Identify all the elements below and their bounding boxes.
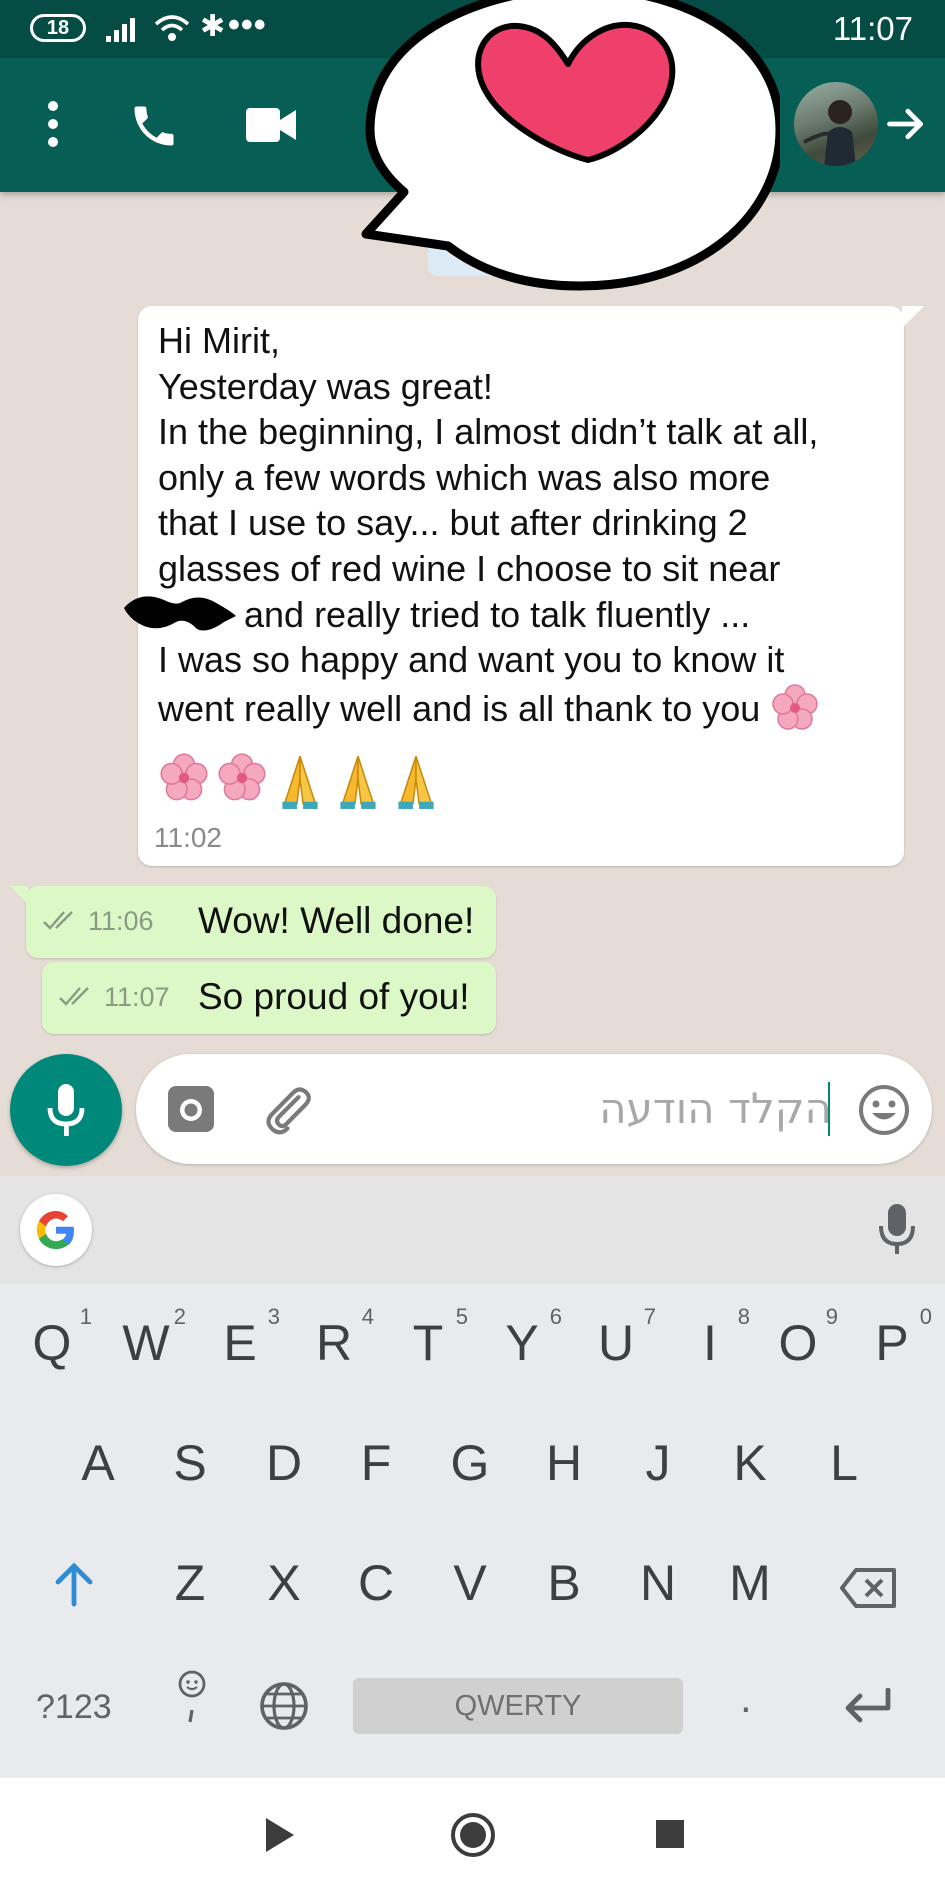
keyboard-suggestion-strip (0, 1176, 945, 1284)
key-b[interactable]: B (524, 1554, 604, 1612)
enter-icon[interactable] (842, 1688, 892, 1724)
incoming-message-bubble[interactable]: Hi Mirit, Yesterday was great! In the be… (138, 306, 924, 866)
mic-icon (47, 1084, 85, 1136)
key-z[interactable]: Z (150, 1554, 230, 1612)
outgoing-message-text: So proud of you! (198, 976, 470, 1017)
video-call-icon[interactable] (244, 102, 298, 148)
message-line: In the beginning, I almost didn’t talk a… (158, 411, 819, 453)
key-i[interactable]: I8 (670, 1304, 750, 1372)
heart-speech-bubble-icon (361, 0, 780, 291)
key-n[interactable]: N (618, 1554, 698, 1612)
key-g[interactable]: G (430, 1434, 510, 1492)
wifi-icon (154, 15, 190, 41)
shift-icon[interactable] (54, 1562, 94, 1608)
key-v[interactable]: V (430, 1554, 510, 1612)
battery-icon: 18 (30, 14, 86, 42)
message-line: Hi Mirit, (158, 320, 280, 361)
outgoing-message-time: 11:06 (88, 906, 154, 936)
keyboard-mic-icon[interactable] (878, 1202, 916, 1256)
key-d[interactable]: D (244, 1434, 324, 1492)
key-c[interactable]: C (336, 1554, 416, 1612)
emoji-icon[interactable] (858, 1084, 910, 1136)
key-f[interactable]: F (336, 1434, 416, 1492)
key-s[interactable]: S (150, 1434, 230, 1492)
key-l[interactable]: L (804, 1434, 884, 1492)
more-dots-icon: ••• (228, 6, 267, 44)
key-a[interactable]: A (58, 1434, 138, 1492)
key-m[interactable]: M (710, 1554, 790, 1612)
voice-call-icon[interactable] (128, 100, 180, 152)
google-icon[interactable] (20, 1194, 92, 1266)
voice-record-button[interactable] (10, 1054, 122, 1166)
key-u[interactable]: U7 (576, 1304, 656, 1372)
message-input[interactable]: הקלד הודעה (136, 1054, 932, 1164)
text-caret (828, 1082, 830, 1136)
key-j[interactable]: J (618, 1434, 698, 1492)
message-line: I was so happy and want you to know it (158, 639, 785, 681)
key-e[interactable]: E3 (200, 1304, 280, 1372)
cherry-blossom-icon (218, 753, 266, 801)
bluetooth-icon: ✱ (200, 9, 226, 44)
status-time: 11:07 (832, 10, 913, 47)
key-h[interactable]: H (524, 1434, 604, 1492)
key-r[interactable]: R4 (294, 1304, 374, 1372)
delivered-ticks-icon (59, 987, 89, 1006)
overflow-menu-icon[interactable] (40, 98, 66, 150)
incoming-message-time: 11:02 (154, 822, 222, 853)
key-x[interactable]: X (244, 1554, 324, 1612)
globe-icon[interactable] (258, 1680, 310, 1732)
emoji-comma-icon[interactable] (176, 1670, 208, 1726)
folded-hands-icon (340, 755, 376, 809)
emoji-row (158, 750, 442, 810)
message-line: Yesterday was great! (158, 365, 493, 407)
folded-hands-icon (282, 755, 318, 809)
onscreen-keyboard: Q1 W2 E3 R4 T5 Y6 U7 I8 O9 P0 A S D F G … (0, 1176, 945, 1778)
message-line: only a few words which was also more (158, 456, 771, 498)
recents-icon[interactable] (654, 1818, 686, 1850)
key-o[interactable]: O9 (758, 1304, 838, 1372)
folded-hands-icon (398, 755, 434, 809)
system-nav-bar (0, 1778, 945, 1890)
key-w[interactable]: W2 (106, 1304, 186, 1372)
contact-avatar[interactable] (794, 82, 878, 166)
key-p[interactable]: P0 (852, 1304, 932, 1372)
period-key[interactable]: . (740, 1674, 752, 1722)
forward-arrow-icon[interactable] (884, 102, 928, 146)
back-icon[interactable] (262, 1816, 296, 1854)
delivered-ticks-icon (43, 911, 73, 930)
symbols-key[interactable]: ?123 (36, 1688, 112, 1727)
message-input-placeholder: הקלד הודעה (599, 1084, 832, 1133)
signal-icon (106, 18, 135, 42)
message-line: that I use to say... but after drinking … (158, 502, 748, 544)
key-k[interactable]: K (710, 1434, 790, 1492)
key-y[interactable]: Y6 (482, 1304, 562, 1372)
message-line: went really well and is all thank to you (158, 687, 761, 729)
backspace-icon[interactable] (840, 1568, 898, 1608)
home-icon[interactable] (450, 1812, 496, 1858)
key-t[interactable]: T5 (388, 1304, 468, 1372)
cherry-blossom-icon (160, 753, 208, 801)
spacebar[interactable]: QWERTY (353, 1678, 683, 1734)
camera-icon[interactable] (166, 1084, 216, 1134)
key-q[interactable]: Q1 (12, 1304, 92, 1372)
outgoing-message-time: 11:07 (104, 982, 170, 1012)
redaction-scribble (124, 596, 236, 631)
outgoing-message-bubble[interactable]: 11:06 Wow! Well done! (10, 886, 496, 958)
outgoing-message-text: Wow! Well done! (198, 900, 475, 941)
incoming-message-text: Hi Mirit, Yesterday was great! In the be… (158, 318, 888, 733)
outgoing-message-bubble[interactable]: 11:07 So proud of you! (42, 962, 496, 1034)
attach-icon[interactable] (260, 1082, 316, 1138)
cherry-blossom-icon (772, 684, 819, 730)
message-line: and really tried to talk fluently ... (244, 593, 751, 635)
message-line: glasses of red wine I choose to sit near (158, 547, 781, 589)
